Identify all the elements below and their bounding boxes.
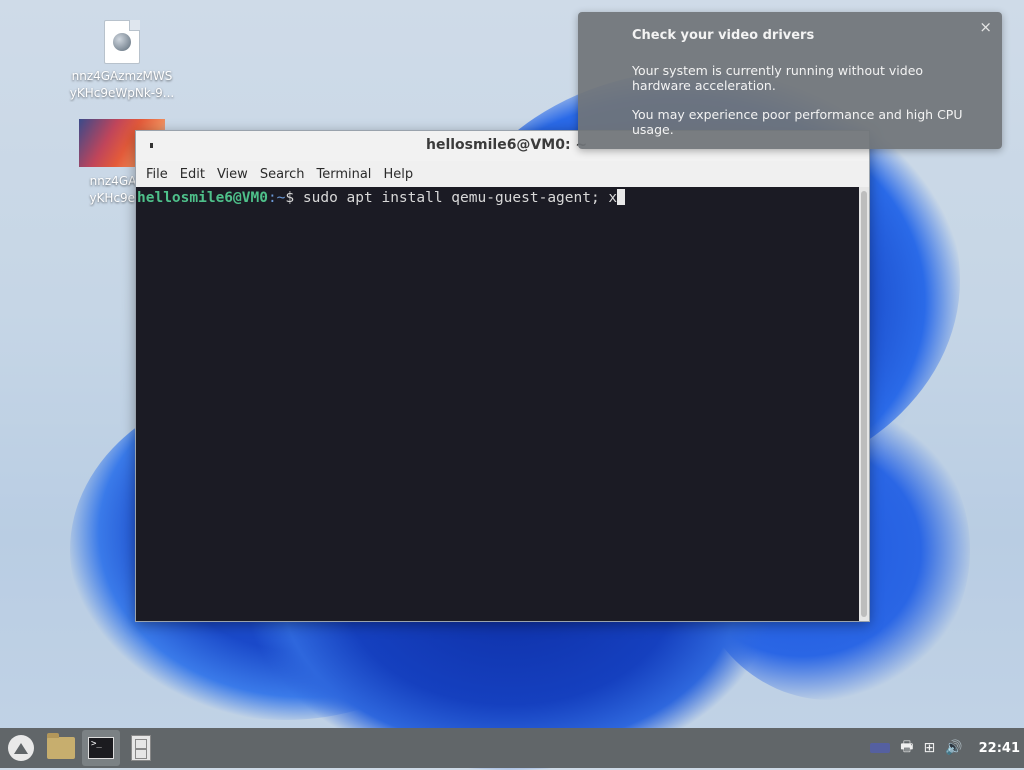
prompt-symbol: $ — [285, 190, 295, 206]
vertical-scrollbar[interactable] — [859, 187, 869, 621]
file-manager-launcher[interactable] — [42, 730, 80, 766]
cabinet-icon — [131, 735, 151, 761]
terminal-window[interactable]: hellosmile6@VM0: ~ File Edit View Search… — [135, 130, 870, 622]
terminal-icon: >_ — [88, 737, 114, 759]
text-cursor — [617, 189, 626, 205]
menu-terminal[interactable]: Terminal — [310, 167, 377, 182]
scrollbar-thumb[interactable] — [861, 191, 867, 617]
taskbar-filing-button[interactable] — [122, 730, 160, 766]
notification-body: You may experience poor performance and … — [632, 107, 963, 137]
system-tray: 🖶 ⊞ 🔊 22:41 — [870, 736, 1024, 760]
taskbar: >_ 🖶 ⊞ 🔊 22:41 — [0, 728, 1024, 768]
printer-icon[interactable]: 🖶 — [900, 736, 913, 760]
menu-view[interactable]: View — [211, 167, 254, 182]
file-icon — [104, 20, 140, 64]
menu-bar: File Edit View Search Terminal Help — [136, 161, 869, 187]
start-menu-icon — [8, 735, 34, 761]
start-menu-button[interactable] — [2, 730, 40, 766]
desktop-file-icon-html[interactable]: nnz4GAzmzMWS yKHc9eWpNk-9... — [62, 20, 182, 102]
menu-help[interactable]: Help — [377, 167, 419, 182]
notification-title: Check your video drivers — [632, 28, 815, 43]
taskbar-terminal-button[interactable]: >_ — [82, 730, 120, 766]
command-text: sudo apt install qemu-guest-agent; x — [302, 190, 618, 206]
prompt-path: :~ — [267, 190, 286, 206]
notification-body: Your system is currently running without… — [632, 63, 924, 93]
notification-popup[interactable]: × Check your video drivers Your system i… — [578, 12, 1002, 149]
window-title: hellosmile6@VM0: ~ — [426, 137, 588, 153]
window-menu-icon[interactable] — [150, 143, 153, 148]
close-icon[interactable]: × — [979, 18, 992, 36]
menu-edit[interactable]: Edit — [174, 167, 211, 182]
menu-search[interactable]: Search — [254, 167, 311, 182]
clock[interactable]: 22:41 — [979, 741, 1020, 756]
folder-icon — [47, 733, 75, 759]
keyboard-layout-icon[interactable] — [870, 743, 891, 753]
terminal-screen[interactable]: hellosmile6@VM0:~$ sudo apt install qemu… — [136, 187, 859, 621]
menu-file[interactable]: File — [140, 167, 174, 182]
prompt-user: hellosmile6@VM0 — [137, 190, 268, 206]
network-icon[interactable]: ⊞ — [923, 740, 935, 756]
volume-icon[interactable]: 🔊 — [945, 740, 962, 756]
